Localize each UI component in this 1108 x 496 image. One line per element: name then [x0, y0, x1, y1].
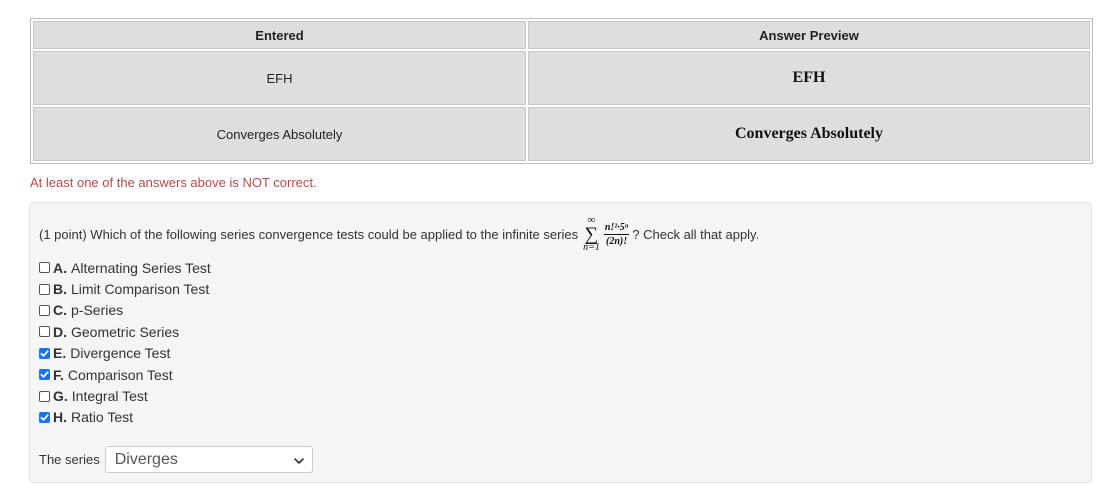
summation-sign: ∞ ∑ n=1 [583, 214, 600, 254]
convergence-select[interactable]: Diverges [104, 446, 313, 473]
test-options-list: A. Alternating Series Test B. Limit Comp… [39, 257, 211, 428]
option-label: Geometric Series [71, 323, 180, 340]
series-formula: ∞ ∑ n=1 n!²·5ⁿ (2n)! [583, 214, 630, 254]
option-checkbox[interactable] [39, 390, 50, 402]
chevron-down-icon [293, 451, 304, 469]
sigma-symbol: ∑ [584, 223, 599, 245]
option-label: Ratio Test [71, 409, 133, 426]
series-label: The series [39, 452, 100, 467]
option-label: Alternating Series Test [71, 259, 211, 276]
option-checkbox[interactable] [39, 262, 50, 274]
option-checkbox[interactable] [39, 369, 50, 381]
option-geometric-series[interactable]: D. Geometric Series [39, 321, 211, 342]
option-integral-test[interactable]: G. Integral Test [39, 385, 211, 406]
option-alternating-series-test[interactable]: A. Alternating Series Test [39, 257, 211, 278]
answer-results-table: Entered Answer Preview EFH EFH Converges… [30, 18, 1093, 164]
table-row: Converges Absolutely Converges Absolutel… [33, 107, 1090, 161]
fraction-numerator: n!²·5ⁿ [603, 221, 630, 235]
option-comparison-test[interactable]: F. Comparison Test [39, 364, 211, 385]
sum-lower-limit: n=1 [583, 242, 600, 254]
option-label: Integral Test [71, 388, 148, 405]
answer-preview-column-header: Answer Preview [528, 21, 1090, 49]
option-letter: E. [53, 345, 67, 362]
results-header-row: Entered Answer Preview [33, 21, 1090, 49]
option-checkbox[interactable] [39, 283, 50, 295]
problem-panel: (1 point) Which of the following series … [29, 202, 1092, 483]
answer-preview-cell: EFH [528, 51, 1090, 105]
option-label: p-Series [71, 302, 124, 319]
option-checkbox[interactable] [39, 411, 50, 423]
entered-cell: EFH [33, 51, 526, 105]
option-label: Comparison Test [67, 366, 173, 383]
option-checkbox[interactable] [39, 347, 50, 359]
entered-column-header: Entered [33, 21, 526, 49]
option-letter: B. [53, 281, 67, 298]
table-row: EFH EFH [33, 51, 1090, 105]
option-p-series[interactable]: C. p-Series [39, 300, 211, 321]
option-letter: H. [53, 409, 67, 426]
option-limit-comparison-test[interactable]: B. Limit Comparison Test [39, 278, 211, 299]
option-label: Divergence Test [70, 345, 171, 362]
option-checkbox[interactable] [39, 304, 50, 316]
series-term-fraction: n!²·5ⁿ (2n)! [603, 221, 630, 247]
fraction-denominator: (2n)! [605, 235, 628, 247]
option-letter: A. [53, 259, 67, 276]
answer-preview-cell: Converges Absolutely [528, 107, 1090, 161]
option-letter: C. [53, 302, 67, 319]
option-letter: F. [53, 366, 64, 383]
option-label: Limit Comparison Test [71, 281, 210, 298]
series-conclusion-row: The series Diverges [39, 446, 313, 473]
option-divergence-test[interactable]: E. Divergence Test [39, 343, 211, 364]
option-letter: G. [53, 388, 68, 405]
option-ratio-test[interactable]: H. Ratio Test [39, 407, 211, 428]
question-prompt: (1 point) Which of the following series … [39, 226, 579, 242]
question-suffix: ? Check all that apply. [632, 226, 760, 242]
option-letter: D. [53, 323, 67, 340]
entered-cell: Converges Absolutely [33, 107, 526, 161]
question-text: (1 point) Which of the following series … [39, 213, 759, 255]
incorrect-feedback-message: At least one of the answers above is NOT… [30, 175, 317, 190]
option-checkbox[interactable] [39, 326, 50, 338]
convergence-select-value: Diverges [114, 450, 178, 468]
